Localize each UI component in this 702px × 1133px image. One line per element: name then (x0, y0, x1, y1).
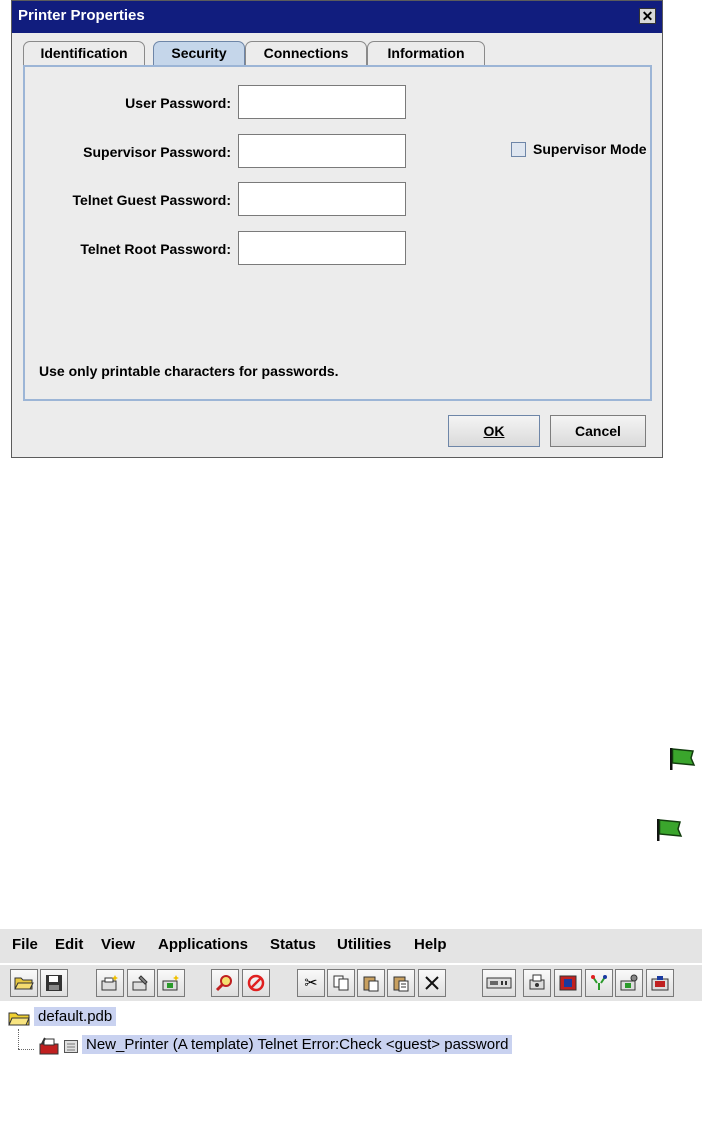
tree-item-new-printer[interactable]: New_Printer (A template) Telnet Error:Ch… (82, 1035, 513, 1054)
open-folder-icon (14, 977, 34, 990)
telnet-root-password-label: Telnet Root Password: (80, 241, 231, 257)
menu-edit[interactable]: Edit (55, 936, 83, 953)
cancel-button[interactable]: Cancel (550, 415, 646, 447)
ok-button[interactable]: OK (448, 415, 540, 447)
paste-button[interactable] (357, 969, 385, 997)
tab-security[interactable]: Security (153, 41, 245, 66)
ok-button-label: OK (483, 423, 505, 439)
delete-button[interactable] (418, 969, 446, 997)
delete-icon (425, 976, 439, 990)
magnifier-icon (215, 975, 232, 992)
printer-gear-icon (620, 974, 638, 991)
tab-information[interactable]: Information (367, 41, 485, 66)
console-button[interactable] (482, 969, 516, 997)
menu-view[interactable]: View (101, 936, 135, 953)
new-printer-button[interactable] (96, 969, 124, 997)
telnet-guest-password-input[interactable] (238, 182, 406, 216)
open-folder-icon (8, 1012, 30, 1026)
printer-alert-icon (651, 976, 669, 991)
tab-security-label: Security (171, 45, 227, 61)
telnet-guest-password-label: Telnet Guest Password: (72, 192, 231, 208)
tab-information-label: Information (387, 45, 465, 61)
control-panel-icon (486, 977, 512, 989)
menu-help[interactable]: Help (414, 936, 447, 953)
print-job-icon (529, 974, 545, 990)
red-chip-icon (559, 975, 577, 991)
supervisor-password-label: Supervisor Password: (83, 144, 231, 160)
tab-connections[interactable]: Connections (245, 41, 367, 66)
paste-icon (363, 976, 379, 992)
supervisor-mode-label: Supervisor Mode (533, 141, 647, 157)
printer-green-icon (162, 975, 179, 991)
open-button[interactable] (10, 969, 38, 997)
menu-applications[interactable]: Applications (158, 936, 248, 953)
cut-button[interactable]: ✂ (297, 969, 325, 997)
supervisor-mode-checkbox[interactable] (511, 142, 526, 157)
tab-identification-label: Identification (40, 45, 128, 61)
stop-button[interactable] (242, 969, 270, 997)
save-button[interactable] (40, 969, 68, 997)
network-icon (591, 975, 607, 990)
configure-printer-button[interactable] (127, 969, 155, 997)
password-hint: Use only printable characters for passwo… (39, 363, 339, 379)
printer-error-icon (39, 1037, 59, 1055)
tree-connector (18, 1029, 19, 1049)
menu-bar: File Edit View Applications Status Utili… (0, 929, 702, 963)
user-password-input[interactable] (238, 85, 406, 119)
close-button[interactable]: ✕ (639, 8, 656, 24)
user-password-label: User Password: (125, 95, 231, 111)
save-icon (46, 975, 62, 991)
menu-file[interactable]: File (12, 936, 38, 953)
printer-status-button[interactable] (157, 969, 185, 997)
firmware-button[interactable] (554, 969, 582, 997)
printer-manager-window: File Edit View Applications Status Utili… (0, 929, 702, 1133)
toolbar: ✂ (0, 965, 702, 1001)
printer-tree: default.pdb New_Printer (A template) Tel… (0, 1001, 702, 1133)
tree-connector-branch (18, 1049, 34, 1050)
supervisor-password-input[interactable] (238, 134, 406, 168)
find-button[interactable] (211, 969, 239, 997)
tab-identification[interactable]: Identification (23, 41, 145, 66)
green-flag-icon-2 (657, 819, 683, 841)
scissors-icon: ✂ (304, 975, 318, 992)
dialog-title: Printer Properties (18, 7, 145, 24)
stop-icon (247, 974, 265, 992)
list-icon (64, 1040, 78, 1053)
network-button[interactable] (585, 969, 613, 997)
wrench-printer-icon (132, 975, 148, 991)
menu-status[interactable]: Status (270, 936, 316, 953)
new-printer-icon (101, 975, 118, 991)
paste-special-button[interactable] (387, 969, 415, 997)
tab-connections-label: Connections (263, 45, 349, 61)
printer-alert-button[interactable] (646, 969, 674, 997)
dialog-titlebar: Printer Properties ✕ (12, 1, 662, 33)
tree-root-label: default.pdb (34, 1007, 117, 1026)
printer-properties-dialog: Printer Properties ✕ Identification Secu… (11, 0, 663, 458)
paste-special-icon (393, 976, 409, 992)
telnet-root-password-input[interactable] (238, 231, 406, 265)
close-icon: ✕ (641, 8, 654, 24)
cancel-button-label: Cancel (575, 423, 621, 439)
menu-utilities[interactable]: Utilities (337, 936, 391, 953)
print-job-button[interactable] (523, 969, 551, 997)
copy-button[interactable] (327, 969, 355, 997)
printer-settings-button[interactable] (615, 969, 643, 997)
green-flag-icon (670, 748, 696, 770)
copy-icon (333, 975, 349, 991)
security-panel: User Password: Supervisor Password: Supe… (23, 65, 652, 401)
